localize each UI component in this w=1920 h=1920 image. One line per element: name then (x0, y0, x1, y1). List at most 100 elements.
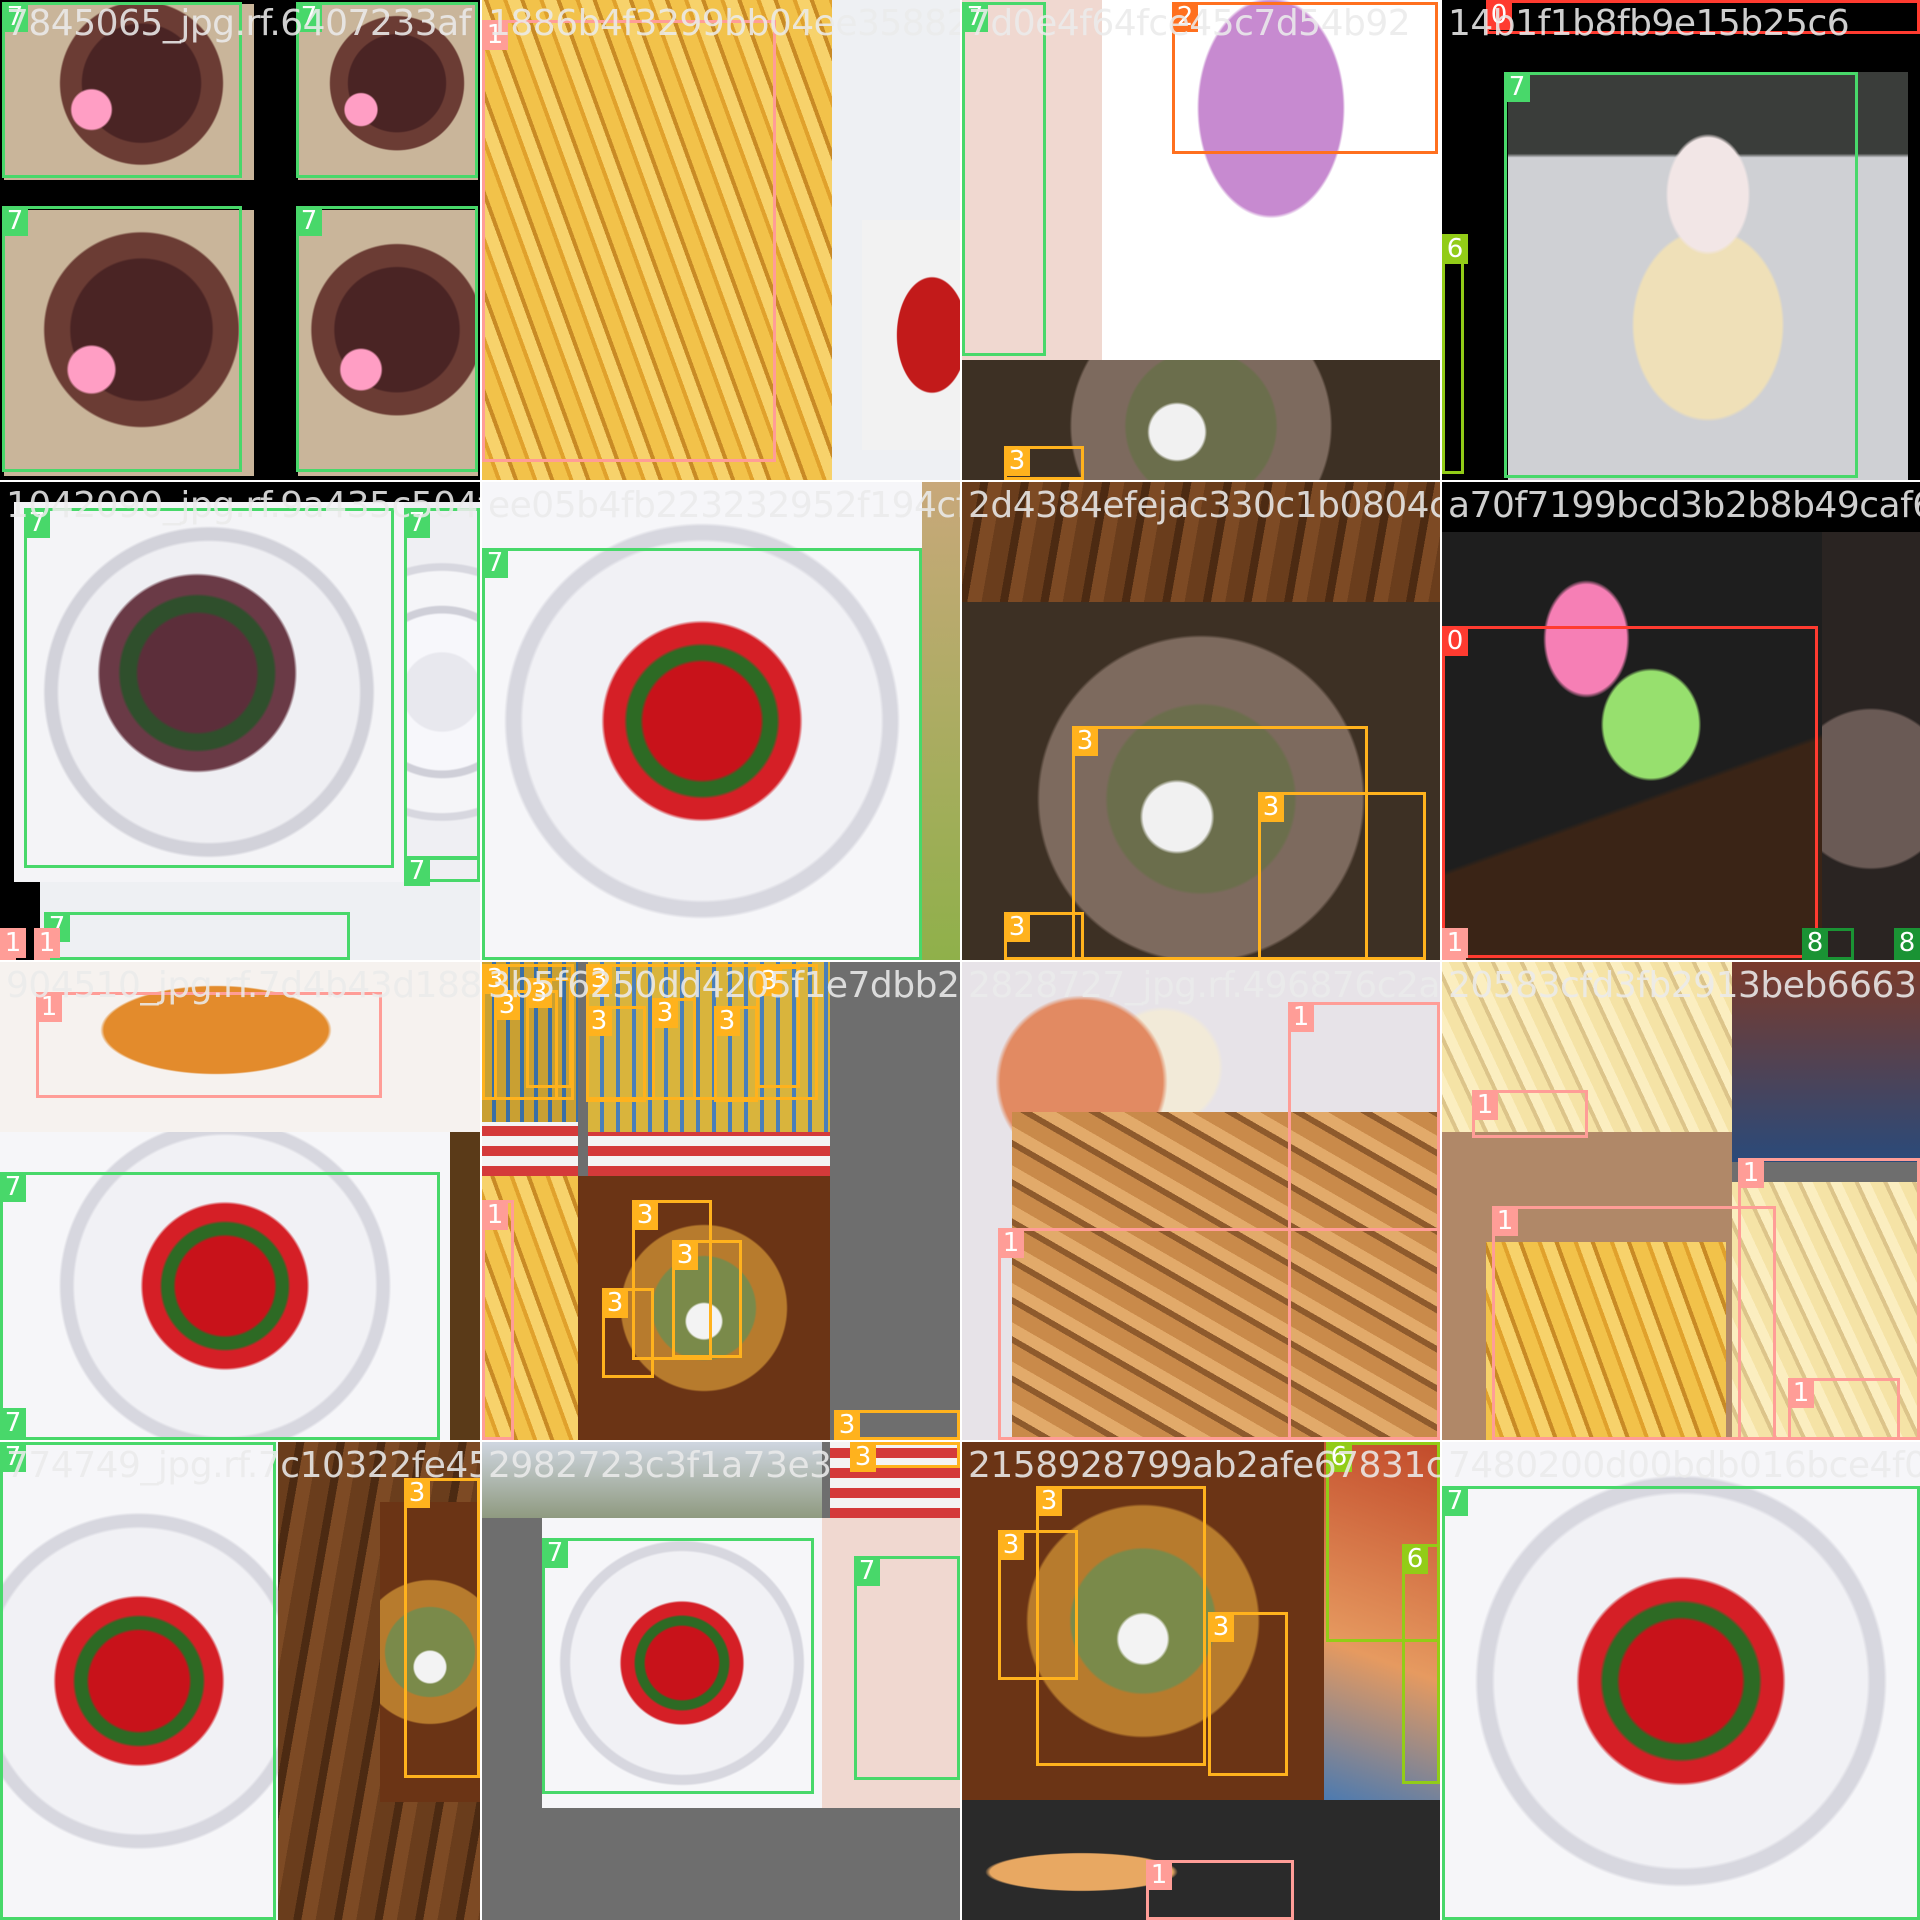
tile-r1-c4: 0 7 6 14b1f1b8fb9e15b25c6 (1442, 0, 1920, 480)
tile-r1-c3: 7 2 3 7d0e4f64fce45c7d54b92 (962, 0, 1440, 480)
class-label: 3 (1004, 446, 1030, 476)
tile-filename: 2d4384efejac330c1b0804c8 (968, 485, 1440, 526)
bbox: 3 (850, 1442, 960, 1472)
bbox: 7 (404, 856, 480, 886)
class-label: 6 (1442, 234, 1468, 264)
tile-filename: 7845065_jpg.rf.6407233af (6, 3, 471, 44)
bbox: 1 (1146, 1860, 1294, 1920)
class-label: 7 (1504, 72, 1530, 102)
class-label: 3 (1258, 792, 1284, 822)
bbox: 1 (36, 992, 382, 1098)
bbox: 6 (1402, 1544, 1440, 1784)
tile-r4-c1: 7 3 774749_jpg.rf.7c10322fe45f (0, 1442, 480, 1920)
tile-filename: 1886b4f3299bb04ee3588297 (488, 3, 960, 44)
class-label: 1 (482, 1200, 508, 1230)
bbox: 1 (1442, 928, 1468, 960)
bbox: 8 (1802, 928, 1854, 960)
bbox: 8 (1894, 928, 1920, 960)
tile-r2-c2: 7 ee05b4fb223232952f194cf6 (482, 482, 960, 960)
bbox: 3 (834, 1410, 960, 1440)
tile-filename: ee05b4fb223232952f194cf6 (488, 485, 960, 526)
class-label: 8 (1894, 928, 1920, 958)
class-label: 7 (542, 1538, 568, 1568)
tile-filename: 2982723c3f1a73e3 (488, 1445, 832, 1486)
bbox: 7 (2, 206, 242, 472)
tile-filename: 2158928799ab2afe67831c2 (968, 1445, 1440, 1486)
tile-r3-c4: 1 1 1 1 20583cfd3fb2913beb6663 (1442, 962, 1920, 1440)
bbox: 7 (0, 1408, 26, 1440)
class-label: 1 (1472, 1090, 1498, 1120)
class-label: 3 (602, 1288, 628, 1318)
tile-r3-c3: 1 1 2828727_jpg.rf.496876c2a6 (962, 962, 1440, 1440)
tile-filename: 1042090_jpg.rf.9a435c504fbe (6, 485, 480, 526)
bbox: 1 (998, 1228, 1440, 1440)
class-label: 3 (1072, 726, 1098, 756)
bbox: 7 (482, 548, 922, 960)
class-label: 0 (1442, 626, 1468, 656)
class-label: 3 (1036, 1486, 1062, 1516)
tile-filename: 7480200d00bdb016bce4f08 (1448, 1445, 1920, 1486)
tile-filename: 2828727_jpg.rf.496876c2a6 (968, 965, 1440, 1006)
tile-r3-c2: 3 3 3 3 3 3 3 3 1 3 3 3 3 3b5f6250dd4205… (482, 962, 960, 1440)
tile-filename: a70f7199bcd3b2b8b49caf69 (1448, 485, 1920, 526)
bbox: 3 (1004, 446, 1084, 480)
class-label: 1 (1788, 1378, 1814, 1408)
bbox: 3 (586, 1006, 646, 1102)
class-label: 3 (1208, 1612, 1234, 1642)
class-label: 3 (1004, 912, 1030, 942)
class-label: 3 (850, 1442, 876, 1472)
tile-filename: 20583cfd3fb2913beb6663 (1448, 965, 1917, 1006)
tile-r2-c4: 0 1 8 8 a70f7199bcd3b2b8b49caf69 (1442, 482, 1920, 960)
class-label: 3 (714, 1006, 740, 1036)
bbox: 0 (1442, 626, 1818, 958)
class-label: 3 (586, 1006, 612, 1036)
tile-r2-c3: 3 3 3 2d4384efejac330c1b0804c8 (962, 482, 1440, 960)
bbox: 3 (714, 1006, 758, 1102)
tile-filename: 7d0e4f64fce45c7d54b92 (968, 3, 1411, 44)
bbox: 7 (24, 508, 394, 868)
bbox: 7 (404, 508, 480, 860)
bbox: 3 (672, 1240, 742, 1358)
bbox: 7 (1504, 72, 1858, 478)
bbox: 7 (0, 1442, 276, 1920)
class-label: 1 (0, 928, 26, 958)
class-label: 1 (1492, 1206, 1518, 1236)
bbox: 7 (1442, 1486, 1920, 1920)
tile-filename: 904510_jpg.rf.7d4b43d188f (6, 965, 480, 1006)
bbox: 1 (0, 928, 26, 960)
bbox: 7 (542, 1538, 814, 1794)
tile-r1-c2: 1 1886b4f3299bb04ee3588297 (482, 0, 960, 480)
class-label: 3 (672, 1240, 698, 1270)
tile-r4-c2: 3 7 7 2982723c3f1a73e3 (482, 1442, 960, 1920)
class-label: 7 (0, 1408, 26, 1438)
class-label: 7 (0, 1172, 26, 1202)
bbox: 7 (962, 2, 1046, 356)
tile-filename: 14b1f1b8fb9e15b25c6 (1448, 3, 1850, 44)
bbox: 7 (44, 912, 350, 960)
bbox: 3 (1258, 792, 1426, 960)
class-label: 7 (854, 1556, 880, 1586)
tile-r2-c1: 7 7 7 7 1 1 1042090_jpg.rf.9a435c504fbe (0, 482, 480, 960)
bbox: 1 (1472, 1090, 1588, 1138)
bbox: 7 (296, 206, 478, 472)
tile-r1-c1: 7 7 7 7 7845065_jpg.rf.6407233af (0, 0, 480, 480)
class-label: 7 (482, 548, 508, 578)
bbox: 3 (602, 1288, 654, 1378)
bbox: 3 (998, 1530, 1078, 1680)
tile-r4-c3: 3 3 3 6 6 1 2158928799ab2afe67831c2 (962, 1442, 1440, 1920)
bbox: 3 (652, 998, 696, 1100)
bbox: 1 (1788, 1378, 1900, 1440)
bbox: 1 (34, 928, 60, 960)
class-label: 6 (1402, 1544, 1428, 1574)
bbox: 1 (1492, 1206, 1776, 1440)
image-mosaic: 7 7 7 7 7845065_jpg.rf.6407233af 1 1886b… (0, 0, 1920, 1920)
class-label: 7 (2, 206, 28, 236)
bbox: 6 (1442, 234, 1468, 474)
class-label: 1 (1738, 1158, 1764, 1188)
class-label: 1 (998, 1228, 1024, 1258)
class-label: 7 (404, 856, 430, 886)
bbox: 1 (482, 1200, 514, 1440)
tile-filename: 3b5f6250dd4205f1e7dbb2 (488, 965, 960, 1006)
bbox: 1 (482, 20, 776, 462)
class-label: 1 (1146, 1860, 1172, 1890)
